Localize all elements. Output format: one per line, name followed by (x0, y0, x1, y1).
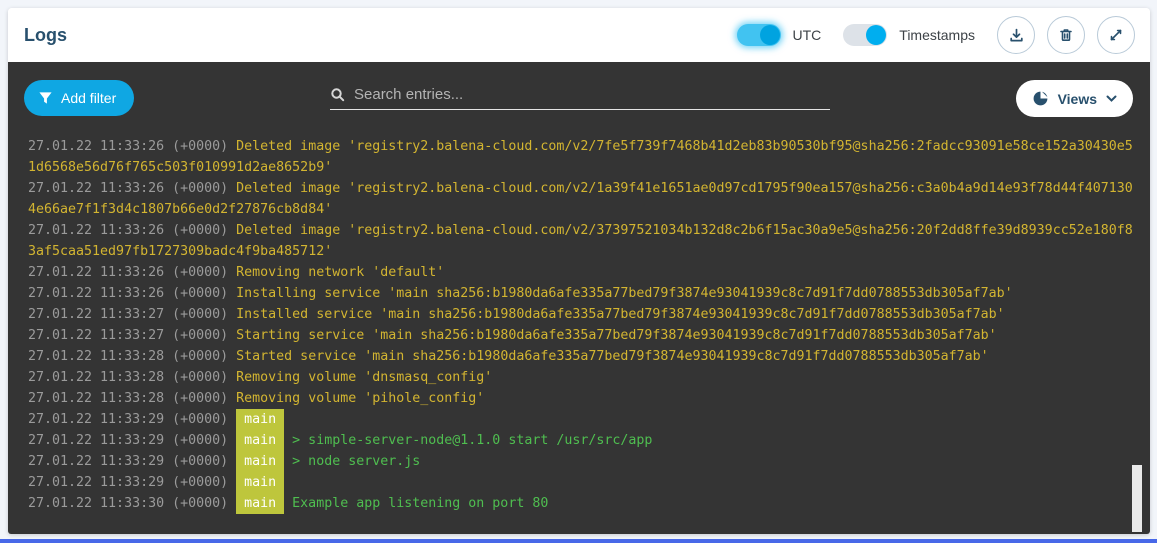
utc-toggle[interactable] (737, 24, 781, 46)
log-timestamp: 27.01.22 11:33:27 (+0000) (28, 328, 228, 343)
service-badge: main (236, 472, 284, 493)
log-list: 27.01.22 11:33:26 (+0000)Deleted image '… (8, 116, 1150, 514)
fullscreen-button[interactable] (1097, 16, 1135, 54)
log-message: Installing service 'main sha256:b1980da6… (236, 286, 1013, 301)
log-timestamp: 27.01.22 11:33:26 (+0000) (28, 286, 228, 301)
log-message: Installed service 'main sha256:b1980da6a… (236, 307, 1005, 322)
log-timestamp: 27.01.22 11:33:29 (+0000) (28, 475, 228, 490)
log-message: Removing volume 'pihole_config' (236, 391, 484, 406)
service-badge: main (236, 451, 284, 472)
log-row: 27.01.22 11:33:29 (+0000) main > simple-se… (28, 430, 1137, 451)
log-message: Removing network 'default' (236, 265, 444, 280)
scrollbar-thumb[interactable] (1132, 465, 1142, 532)
log-timestamp: 27.01.22 11:33:28 (+0000) (28, 349, 228, 364)
trash-icon (1058, 27, 1074, 43)
log-timestamp: 27.01.22 11:33:29 (+0000) (28, 433, 228, 448)
service-badge: main (236, 493, 284, 514)
log-toolbar: Add filter Views (8, 62, 1150, 116)
log-row: 27.01.22 11:33:29 (+0000) main (28, 472, 1137, 493)
log-timestamp: 27.01.22 11:33:30 (+0000) (28, 496, 228, 511)
header-controls: UTC Timestamps (737, 16, 1136, 54)
log-row: 27.01.22 11:33:28 (+0000) Started service… (28, 346, 1137, 367)
log-message: Starting service 'main sha256:b1980da6af… (236, 328, 997, 343)
views-button[interactable]: Views (1016, 80, 1133, 117)
download-icon (1008, 27, 1025, 44)
log-timestamp: 27.01.22 11:33:26 (+0000) (28, 223, 228, 238)
log-message: Started service 'main sha256:b1980da6afe… (236, 349, 989, 364)
add-filter-button[interactable]: Add filter (24, 80, 134, 116)
log-row: 27.01.22 11:33:29 (+0000) main > node serv… (28, 451, 1137, 472)
log-row: 27.01.22 11:33:26 (+0000)Deleted image '… (28, 178, 1137, 220)
log-row: 27.01.22 11:33:26 (+0000)Deleted image '… (28, 136, 1137, 178)
log-timestamp: 27.01.22 11:33:29 (+0000) (28, 412, 228, 427)
download-logs-button[interactable] (997, 16, 1035, 54)
log-timestamp: 27.01.22 11:33:29 (+0000) (28, 454, 228, 469)
log-panel: Add filter Views 27.01.22 1 (8, 62, 1150, 534)
bottom-accent-bar (0, 539, 1157, 543)
log-message: > simple-server-node@1.1.0 start /usr/sr… (292, 433, 652, 448)
chevron-down-icon (1106, 95, 1117, 102)
log-row: 27.01.22 11:33:29 (+0000) main (28, 409, 1137, 430)
clear-logs-button[interactable] (1047, 16, 1085, 54)
log-message: > node server.js (292, 454, 420, 469)
log-row: 27.01.22 11:33:26 (+0000)Deleted image '… (28, 220, 1137, 262)
log-timestamp: 27.01.22 11:33:26 (+0000) (28, 265, 228, 280)
log-row: 27.01.22 11:33:27 (+0000) Installed servi… (28, 304, 1137, 325)
add-filter-label: Add filter (61, 90, 116, 106)
service-badge: main (236, 430, 284, 451)
search-icon (330, 87, 346, 103)
log-row: 27.01.22 11:33:30 (+0000) main Example app… (28, 493, 1137, 514)
search-bar (330, 80, 830, 110)
log-row: 27.01.22 11:33:27 (+0000) Starting servic… (28, 325, 1137, 346)
log-timestamp: 27.01.22 11:33:26 (+0000) (28, 139, 228, 154)
log-row: 27.01.22 11:33:26 (+0000) Installing serv… (28, 283, 1137, 304)
timestamps-toggle-knob (866, 25, 886, 45)
service-badge: main (236, 409, 284, 430)
log-timestamp: 27.01.22 11:33:28 (+0000) (28, 391, 228, 406)
pie-chart-icon (1032, 90, 1049, 107)
logs-card: Logs UTC Timestamps (8, 8, 1150, 534)
log-timestamp: 27.01.22 11:33:28 (+0000) (28, 370, 228, 385)
timestamps-toggle-label: Timestamps (899, 27, 975, 43)
timestamps-toggle[interactable] (843, 24, 887, 46)
utc-toggle-knob (760, 25, 780, 45)
log-timestamp: 27.01.22 11:33:26 (+0000) (28, 181, 228, 196)
search-input[interactable] (354, 86, 830, 103)
log-row: 27.01.22 11:33:28 (+0000) Removing volume… (28, 367, 1137, 388)
log-row: 27.01.22 11:33:26 (+0000) Removing networ… (28, 262, 1137, 283)
logs-header: Logs UTC Timestamps (8, 8, 1150, 62)
log-timestamp: 27.01.22 11:33:27 (+0000) (28, 307, 228, 322)
log-message: Removing volume 'dnsmasq_config' (236, 370, 492, 385)
page-title: Logs (24, 25, 67, 46)
expand-icon (1108, 27, 1124, 43)
views-label: Views (1058, 91, 1097, 107)
utc-toggle-label: UTC (793, 27, 822, 43)
log-row: 27.01.22 11:33:28 (+0000) Removing volume… (28, 388, 1137, 409)
log-message: Example app listening on port 80 (292, 496, 548, 511)
filter-icon (38, 91, 53, 106)
